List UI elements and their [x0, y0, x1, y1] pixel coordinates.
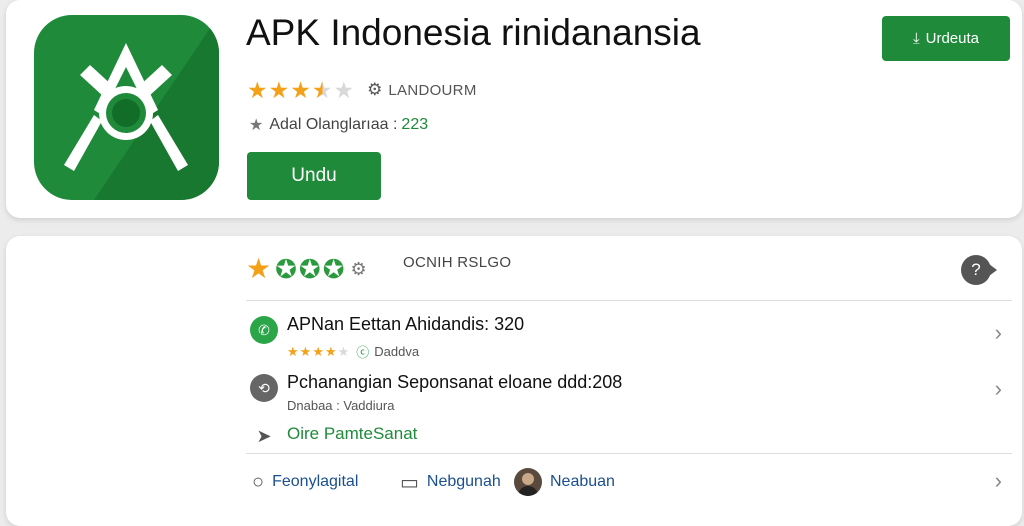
list-item-title: Pchanangian Seponsanat eloane ddd:208: [287, 372, 623, 392]
avatar: [514, 468, 542, 496]
app-logo-icon: [34, 15, 219, 200]
footer-search[interactable]: ○ Feonylagital: [252, 466, 358, 498]
list-item-title: APNan Eettan Ahidandis: 320: [287, 314, 525, 334]
footer-label: Nebgunah: [426, 473, 501, 490]
settings-icon: ⚙: [350, 258, 367, 279]
downloads-count: 223: [401, 116, 429, 133]
comment-icon: ▭: [400, 471, 419, 494]
search-icon: ○: [252, 470, 265, 493]
verified-icon: ⓒ: [356, 345, 370, 360]
footer-label: Feonylagital: [272, 473, 359, 490]
rating-label: OCNIH RSLGO: [403, 254, 512, 271]
chevron-right-icon[interactable]: ›: [995, 320, 1002, 346]
star-outline-icon: ✪: [298, 254, 321, 284]
star-icon: ★: [247, 77, 268, 103]
install-button[interactable]: Undu: [247, 152, 381, 200]
details-card: ★ ✪ ✪ ✪ ⚙ OCNIH RSLGO ? ✆ APNan Eettan A…: [6, 236, 1022, 526]
list-item-sub-text: Daddva: [374, 344, 420, 359]
star-empty-icon: ★: [337, 343, 350, 359]
update-button-label: Urdeuta: [925, 30, 979, 47]
star-icon: ★: [299, 343, 312, 359]
list-item-subtitle: Dnabaa : Vaddiura: [287, 398, 395, 413]
star-icon: ★: [324, 343, 337, 359]
help-icon[interactable]: ?: [961, 255, 991, 285]
green-link-row[interactable]: ➤ Oire PamteSanat: [246, 422, 1012, 448]
install-button-label: Undu: [291, 165, 337, 186]
green-link[interactable]: Oire PamteSanat: [287, 424, 417, 444]
star-icon: ★: [312, 343, 324, 359]
app-rating: ★ ★ ★ ★ ★ ⚙ LANDOURM: [247, 78, 477, 102]
star-outline-icon: ✪: [322, 254, 345, 284]
whatsapp-icon: ✆: [250, 316, 278, 344]
help-tail-icon: [989, 264, 997, 276]
list-item[interactable]: ⟲ Pchanangian Seponsanat eloane ddd:208 …: [246, 372, 1012, 422]
divider: [246, 453, 1012, 454]
footer-comment[interactable]: ▭ Nebgunah: [400, 466, 501, 498]
chevron-right-icon[interactable]: ›: [995, 468, 1002, 494]
developer-icon: ⚙: [367, 80, 383, 99]
downloads-label: Adal Olanglarıaa :: [269, 116, 398, 133]
app-title: APK Indonesia rinidanansia: [246, 12, 701, 53]
footer-profile[interactable]: Neabuan: [514, 466, 615, 498]
list-item-subtitle: ★ ★ ★ ★ ★ ⓒ Daddva: [287, 342, 419, 361]
rating-stars[interactable]: ★ ✪ ✪ ✪ ⚙: [246, 253, 367, 285]
star-icon: ★: [287, 343, 299, 359]
star-icon: ★: [290, 77, 311, 103]
footer-actions: ○ Feonylagital ▭ Nebgunah Neabuan ›: [246, 466, 1012, 498]
app-badge-icon: ⟲: [250, 374, 278, 402]
update-button[interactable]: ⤓ Urdeuta: [882, 16, 1010, 61]
send-icon: ➤: [256, 425, 272, 446]
download-icon: ⤓: [912, 30, 920, 47]
chevron-right-icon[interactable]: ›: [995, 376, 1002, 402]
downloads-info: ★ Adal Olanglarıaa : 223: [249, 115, 428, 135]
star-icon: ★: [246, 253, 272, 284]
app-header-card: APK Indonesia rinidanansia ★ ★ ★ ★ ★ ⚙ L…: [6, 0, 1022, 218]
developer-name[interactable]: LANDOURM: [388, 82, 476, 99]
list-item[interactable]: ✆ APNan Eettan Ahidandis: 320 ★ ★ ★ ★ ★ …: [246, 314, 1012, 364]
divider: [246, 300, 1012, 301]
star-icon: ★: [249, 117, 264, 134]
half-star-icon: ★: [311, 77, 333, 103]
footer-label: Neabuan: [550, 473, 615, 490]
star-outline-icon: ✪: [275, 254, 297, 284]
star-icon: ★: [268, 77, 290, 103]
star-empty-icon: ★: [333, 77, 355, 103]
